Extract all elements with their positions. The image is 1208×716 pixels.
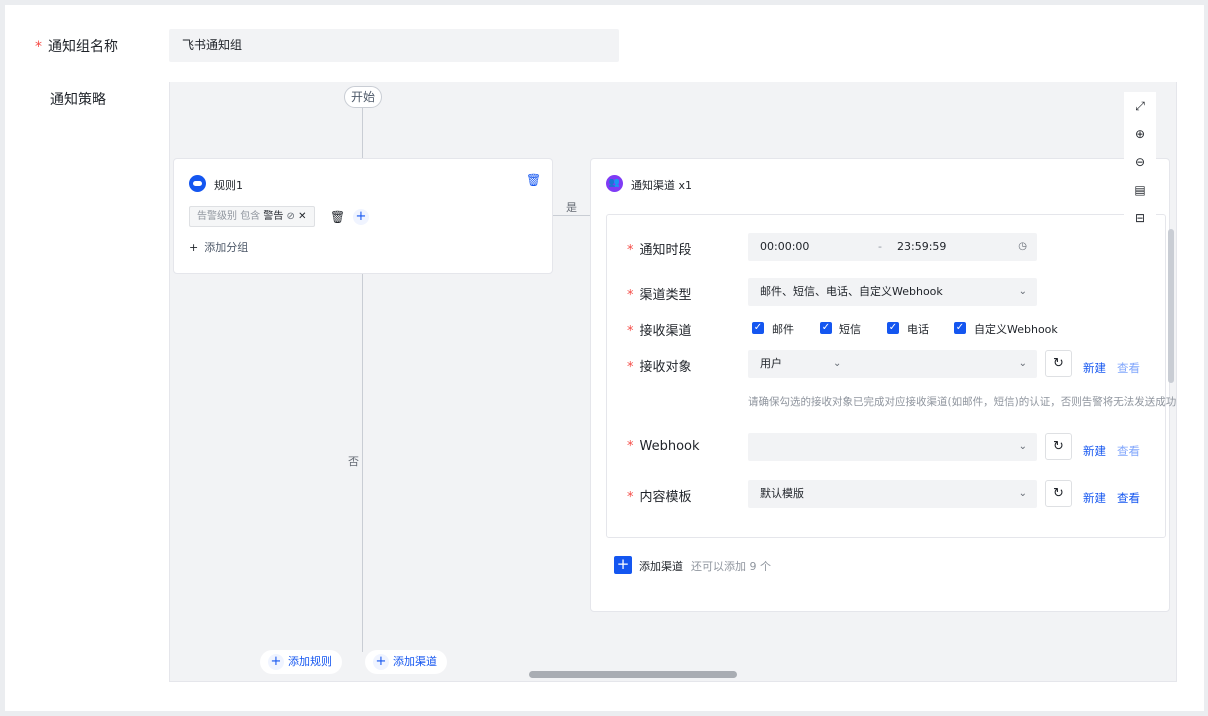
- horizontal-scrollbar[interactable]: [529, 671, 737, 678]
- delete-rule-icon[interactable]: 🗑: [526, 174, 541, 186]
- connector-yes: [553, 215, 590, 216]
- reset-view-icon[interactable]: ⊟: [1132, 210, 1148, 226]
- hide-icon[interactable]: ⊘: [283, 211, 295, 222]
- delete-condition-icon[interactable]: 🗑: [330, 211, 345, 223]
- canvas-toolbar: ⤢ ⊕ ⊖ ▤ ⊟: [1124, 92, 1156, 234]
- notify-strategy-label: 通知策略: [50, 92, 106, 108]
- add-channel-flow-button[interactable]: 添加渠道: [365, 650, 447, 674]
- channel-card: 👥 通知渠道 x1 * 通知时段 00:00:00 - 23:59:59 ◷ * 渠…: [590, 158, 1176, 612]
- checkbox-sms-label: 短信: [839, 323, 861, 336]
- start-node: 开始: [344, 86, 383, 108]
- close-icon[interactable]: ✕: [298, 211, 306, 222]
- receive-label: * 接收渠道: [627, 324, 692, 339]
- template-label: * 内容模板: [627, 490, 692, 505]
- view-template-link[interactable]: 查看: [1117, 490, 1140, 506]
- zoom-out-icon[interactable]: ⊖: [1132, 154, 1148, 170]
- target-label: * 接收对象: [627, 360, 692, 375]
- notify-group-name-input[interactable]: 飞书通知组: [169, 29, 619, 62]
- checkbox-phone-label: 电话: [907, 323, 929, 336]
- checkbox-email-label: 邮件: [772, 323, 794, 336]
- form-panel: * 通知组名称 飞书通知组 通知策略 开始 是 否 规则1 🗑 告警级别 包含 警…: [5, 5, 1204, 711]
- chevron-down-icon: ⌄: [1018, 358, 1027, 369]
- refresh-template-button[interactable]: ↻: [1045, 480, 1072, 507]
- add-group-button[interactable]: + 添加分组: [189, 239, 248, 255]
- chevron-down-icon: ⌄: [1018, 286, 1027, 297]
- checkbox-webhook[interactable]: ✓: [954, 322, 966, 334]
- strategy-canvas[interactable]: 开始 是 否 规则1 🗑 告警级别 包含 警告 ⊘ ✕ 🗑 + + 添加分组 👥 …: [169, 82, 1177, 682]
- clock-icon: ◷: [1018, 241, 1027, 252]
- time-label: * 通知时段: [627, 243, 692, 258]
- view-target-link[interactable]: 查看: [1117, 360, 1140, 376]
- type-label: * 渠道类型: [627, 288, 692, 303]
- add-channel-button[interactable]: +: [614, 556, 632, 574]
- vertical-scrollbar[interactable]: [1168, 229, 1174, 383]
- target-hint: 请确保勾选的接收对象已完成对应接收渠道(如邮件，短信)的认证，否则告警将无法发送…: [748, 396, 1177, 408]
- webhook-select[interactable]: ⌄: [748, 433, 1037, 461]
- fit-view-icon[interactable]: ▤: [1132, 182, 1148, 198]
- refresh-target-button[interactable]: ↻: [1045, 350, 1072, 377]
- time-range-picker[interactable]: 00:00:00 - 23:59:59 ◷: [748, 233, 1037, 261]
- rule-title: 规则1: [214, 179, 243, 192]
- no-label: 否: [348, 455, 359, 468]
- target-select[interactable]: 用户 ⌄ ⌄: [748, 350, 1037, 378]
- connector-start: [362, 108, 363, 158]
- add-channel-label: 添加渠道 还可以添加 9 个: [639, 560, 771, 573]
- channel-config: * 通知时段 00:00:00 - 23:59:59 ◷ * 渠道类型 邮件、短信、…: [606, 214, 1176, 538]
- checkbox-sms[interactable]: ✓: [820, 322, 832, 334]
- new-target-link[interactable]: 新建: [1083, 360, 1106, 376]
- checkbox-email[interactable]: ✓: [752, 322, 764, 334]
- rule-toggle-icon[interactable]: [189, 175, 206, 192]
- chevron-down-icon: ⌄: [1018, 441, 1027, 452]
- yes-label: 是: [566, 201, 577, 214]
- template-select[interactable]: 默认模版 ⌄: [748, 480, 1037, 508]
- refresh-webhook-button[interactable]: ↻: [1045, 433, 1072, 460]
- channel-type-select[interactable]: 邮件、短信、电话、自定义Webhook ⌄: [748, 278, 1037, 306]
- checkbox-phone[interactable]: ✓: [887, 322, 899, 334]
- users-icon: 👥: [606, 175, 623, 192]
- view-webhook-link[interactable]: 查看: [1117, 443, 1140, 459]
- fullscreen-icon[interactable]: ⤢: [1132, 98, 1148, 114]
- webhook-label: * Webhook: [627, 439, 700, 454]
- zoom-in-icon[interactable]: ⊕: [1132, 126, 1148, 142]
- new-webhook-link[interactable]: 新建: [1083, 443, 1106, 459]
- rule-card: 规则1 🗑 告警级别 包含 警告 ⊘ ✕ 🗑 + + 添加分组: [173, 158, 553, 274]
- chevron-down-icon: ⌄: [1018, 488, 1027, 499]
- connector-no: [362, 274, 363, 652]
- channel-title: 通知渠道 x1: [631, 179, 693, 192]
- plus-icon: +: [189, 241, 199, 254]
- add-rule-button[interactable]: 添加规则: [260, 650, 342, 674]
- condition-tag[interactable]: 告警级别 包含 警告 ⊘ ✕: [189, 206, 315, 227]
- new-template-link[interactable]: 新建: [1083, 490, 1106, 506]
- checkbox-webhook-label: 自定义Webhook: [974, 323, 1058, 336]
- target-type-chevron-icon: ⌄: [833, 358, 842, 369]
- notify-group-name-label: * 通知组名称: [35, 39, 118, 55]
- add-condition-icon[interactable]: +: [353, 209, 369, 225]
